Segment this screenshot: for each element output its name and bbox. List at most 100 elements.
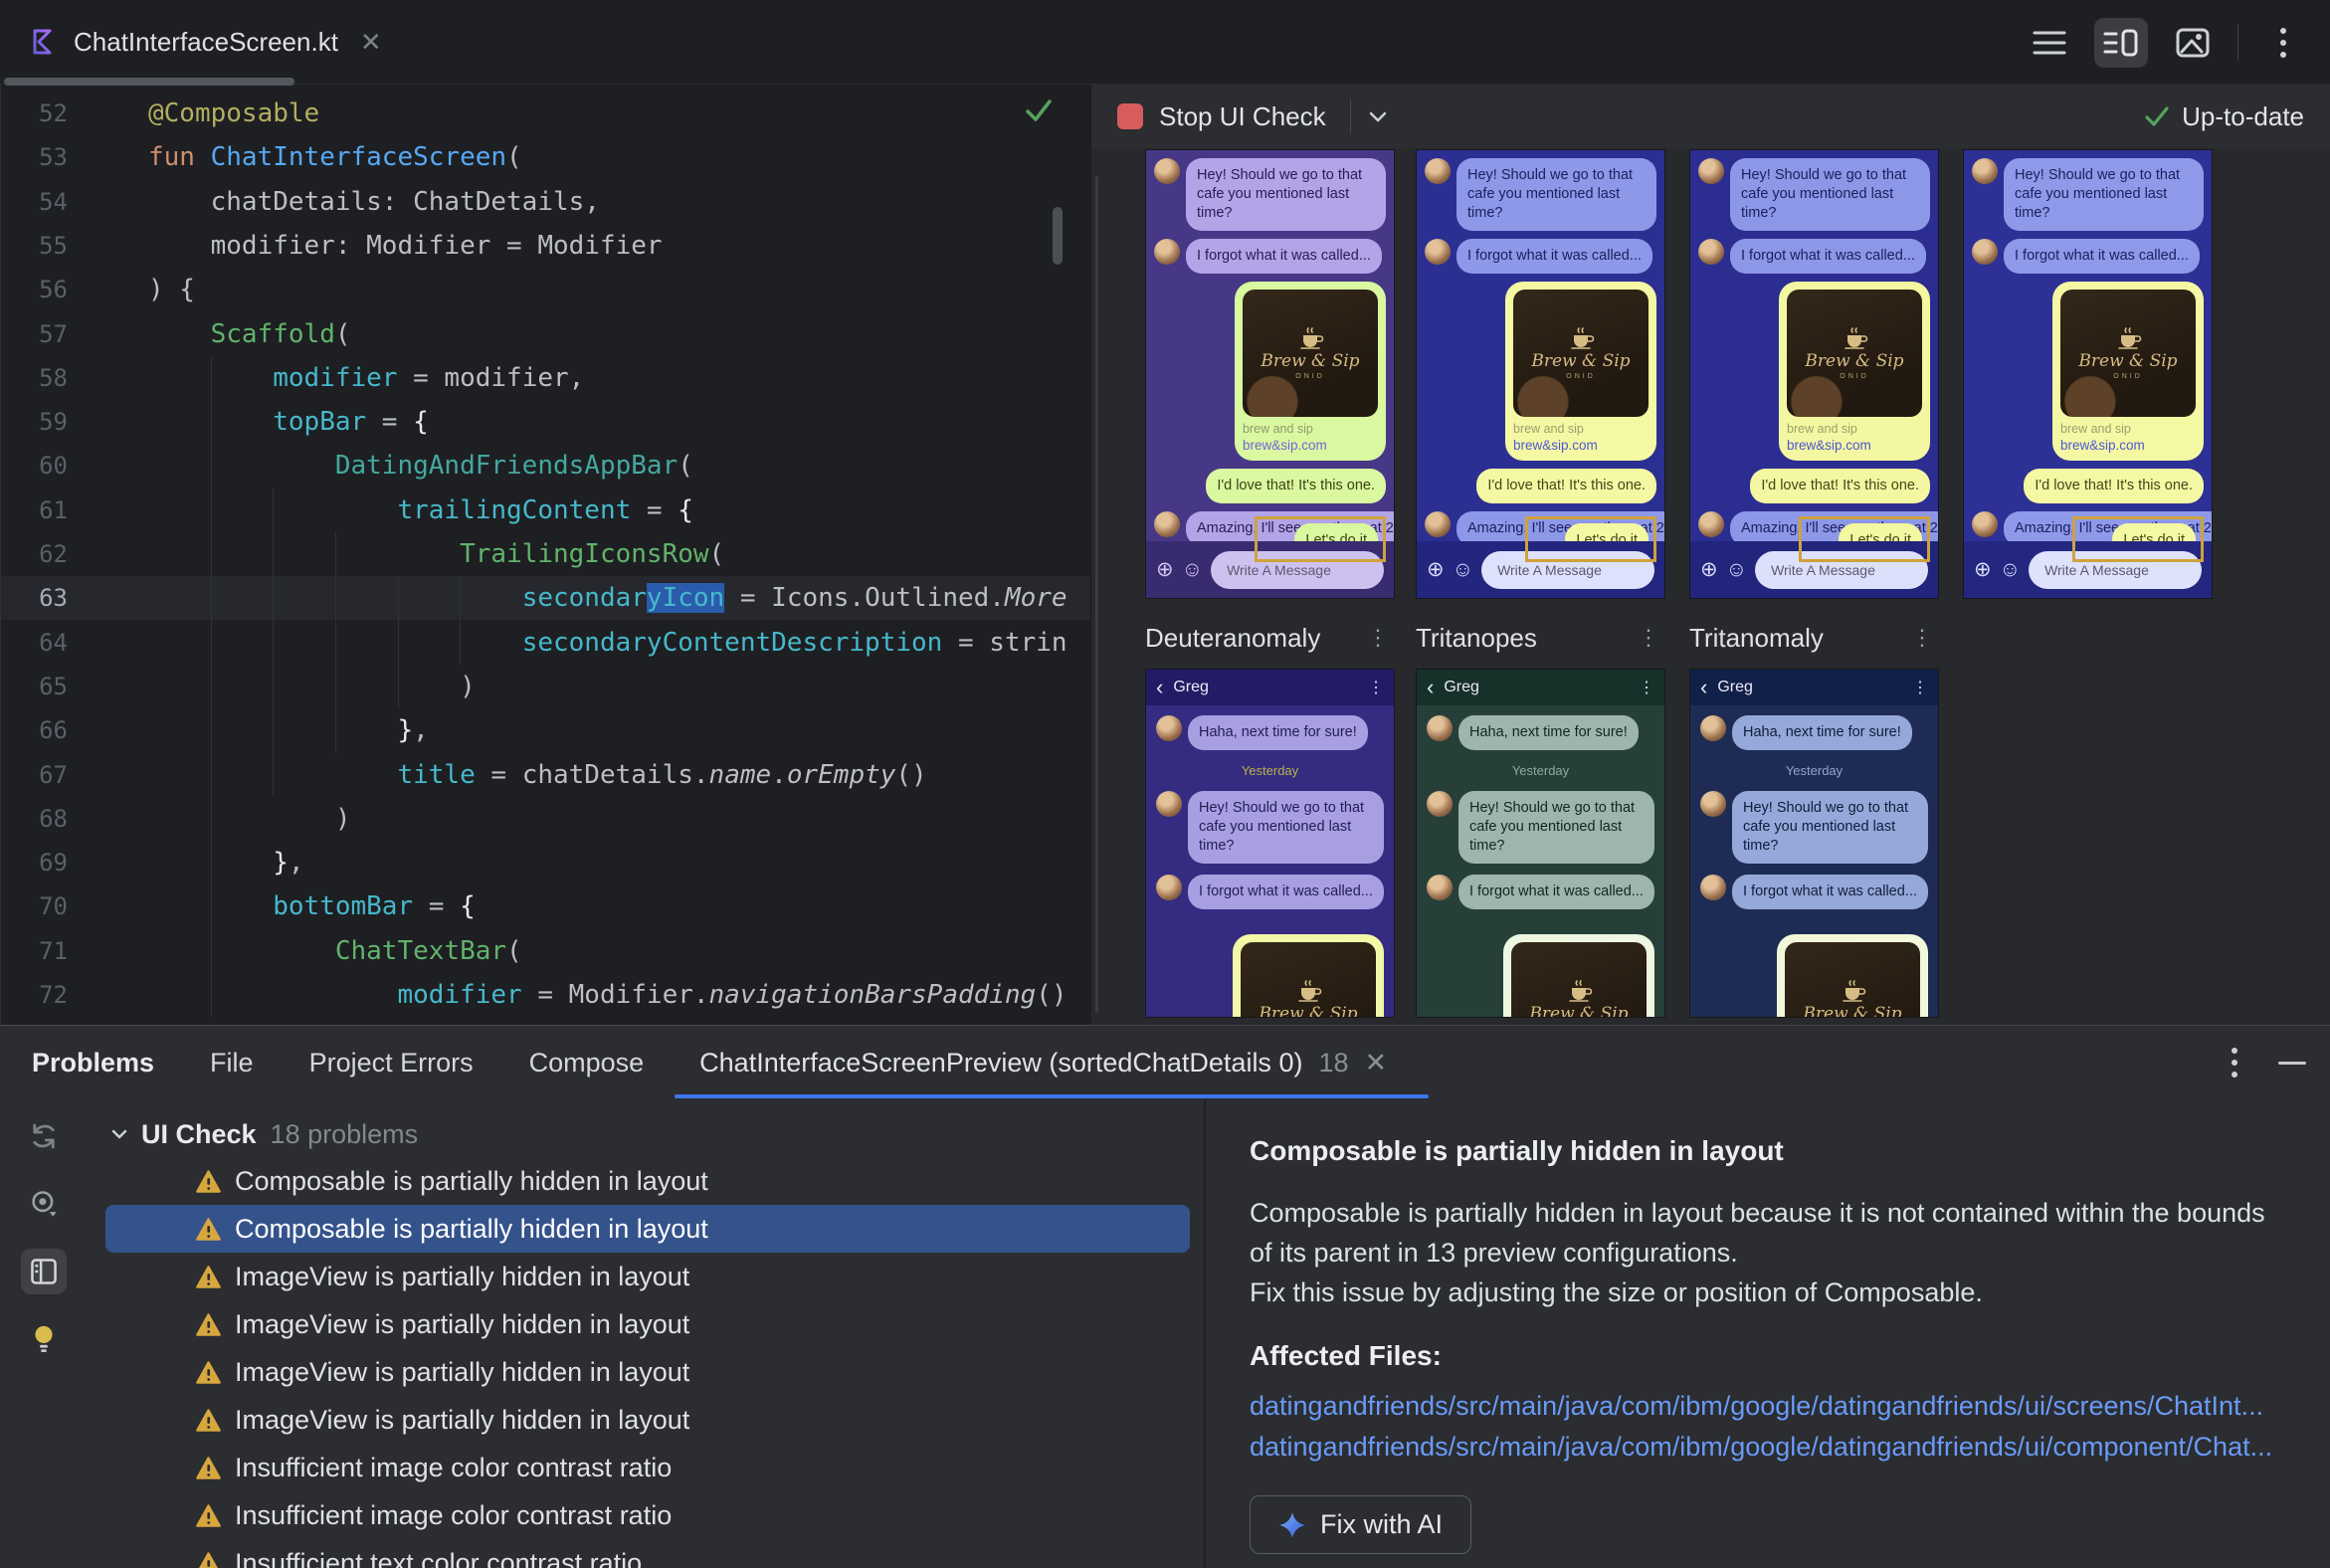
problems-kebab-menu[interactable] (2231, 1047, 2238, 1078)
emoji-icon: ☺ (1725, 558, 1748, 581)
line-number: 71 (39, 936, 68, 965)
problem-text: Insufficient text color contrast ratio (235, 1547, 643, 1568)
split-view-button[interactable] (2094, 17, 2148, 68)
code-line: TrailingIconsRow( (460, 539, 725, 569)
preview-kebab-menu[interactable]: ⋮ (1367, 625, 1395, 651)
editor-tab[interactable]: ChatInterfaceScreen.kt ✕ (0, 0, 412, 84)
problem-item[interactable]: Insufficient text color contrast ratio (88, 1539, 1204, 1568)
link-preview-card: Brew & SipONID brew and sip brew&sip.com (2052, 282, 2204, 461)
line-number: 57 (39, 319, 68, 348)
fix-with-ai-button[interactable]: Fix with AI (1250, 1495, 1472, 1554)
view-options-eye-icon[interactable] (21, 1181, 67, 1227)
preview-phone[interactable]: ‹ Greg ⋮ Haha, next time for sure! Yesterday… (1689, 669, 1939, 1018)
card-site-url: brew&sip.com (1787, 438, 1871, 453)
line-number: 60 (39, 452, 68, 481)
code-line: title = chatDetails.name.orEmpty() (397, 759, 927, 790)
card-site-name: brew and sip (1787, 422, 1857, 436)
message-bubble: Haha, next time for sure! (1458, 715, 1639, 750)
problem-text: Composable is partially hidden in layout (235, 1165, 708, 1196)
chat-kebab-icon: ⋮ (1639, 680, 1654, 696)
avatar (1698, 239, 1724, 265)
problem-item[interactable]: Insufficient image color contrast ratio (88, 1444, 1204, 1491)
line-number: 56 (39, 276, 68, 304)
brew-and-sip-image: Brew & SipONID (1243, 290, 1378, 417)
code-line: }, (273, 848, 304, 879)
preview-kebab-menu[interactable]: ⋮ (1911, 625, 1939, 651)
problem-item[interactable]: ImageView is partially hidden in layout (88, 1253, 1204, 1300)
preview-phone[interactable]: Hey! Should we go to that cafe you menti… (1963, 149, 2213, 599)
add-icon: ⊕ (1700, 558, 1718, 581)
incoming-message: Haha, next time for sure! (1156, 715, 1384, 750)
editor-kebab-menu[interactable] (2256, 18, 2310, 68)
brew-and-sip-image: Brew & SipONID (1513, 290, 1649, 417)
problems-tab-bar: Problems File Project Errors Compose Cha… (0, 1026, 2330, 1099)
warning-icon (195, 1456, 222, 1480)
stop-ui-check-button[interactable]: Stop UI Check (1159, 101, 1326, 132)
chevron-down-icon[interactable] (1367, 109, 1389, 123)
editor-horizontal-scrollbar[interactable] (4, 78, 294, 86)
problems-group-header[interactable]: UI Check 18 problems (88, 1111, 1204, 1157)
day-separator: Yesterday (1785, 763, 1844, 778)
affected-file-link[interactable]: datingandfriends/src/main/java/com/ibm/g… (1250, 1427, 2286, 1468)
tab-compose[interactable]: Compose (529, 1048, 645, 1078)
tab-ui-check-preview[interactable]: ChatInterfaceScreenPreview (sortedChatDe… (699, 1048, 1387, 1078)
toolbar-separator (1349, 99, 1351, 133)
editor-vertical-scrollbar[interactable] (1053, 207, 1063, 265)
preview-kebab-menu[interactable]: ⋮ (1638, 625, 1665, 651)
code-view-button[interactable] (2023, 18, 2076, 68)
tab-close-icon[interactable]: ✕ (1365, 1048, 1388, 1078)
tab-project-errors[interactable]: Project Errors (309, 1048, 474, 1078)
avatar (1427, 791, 1453, 817)
refresh-icon[interactable] (21, 1113, 67, 1159)
chat-app-bar: ‹ Greg ⋮ (1417, 670, 1664, 705)
problem-item[interactable]: Insufficient image color contrast ratio (88, 1491, 1204, 1539)
minimize-icon[interactable] (2278, 1061, 2306, 1065)
incoming-message: Hey! Should we go to that cafe you menti… (1427, 791, 1654, 864)
preview-scrollbar[interactable] (1095, 176, 1098, 1013)
problem-text: ImageView is partially hidden in layout (235, 1356, 690, 1387)
problem-item[interactable]: Composable is partially hidden in layout (88, 1157, 1204, 1205)
preview-canvas[interactable]: Hey! Should we go to that cafe you menti… (1091, 148, 2330, 1025)
code-line: chatDetails: ChatDetails, (148, 186, 600, 217)
message-bubble: I'd love that! It's this one. (2024, 469, 2204, 503)
avatar (1154, 239, 1180, 265)
preview-phone[interactable]: ‹ Greg ⋮ Haha, next time for sure! Yesterday… (1145, 669, 1395, 1018)
preview-variant-name: Tritanomaly (1689, 622, 1824, 653)
message-bubble: Haha, next time for sure! (1732, 715, 1912, 750)
card-site-url: brew&sip.com (1243, 438, 1327, 453)
ui-check-warning-box (1255, 516, 1386, 562)
problem-text: Insufficient image color contrast ratio (235, 1452, 673, 1482)
back-icon: ‹ (1700, 675, 1708, 699)
tab-file[interactable]: File (210, 1048, 254, 1078)
preview-phone[interactable]: ‹ Greg ⋮ Haha, next time for sure! Yesterday… (1416, 669, 1665, 1018)
incoming-message: I forgot what it was called... (1700, 875, 1928, 909)
preview-phone[interactable]: Hey! Should we go to that cafe you menti… (1689, 149, 1939, 599)
design-view-button[interactable] (2166, 18, 2220, 68)
line-number: 55 (39, 231, 68, 260)
problem-item[interactable]: Composable is partially hidden in layout (105, 1205, 1190, 1253)
editor[interactable]: 52 53 54 55 56 57 58 59 60 61 62 63 64 65 66 67 68 69 70 71… (0, 85, 1090, 1025)
contact-name: Greg (1717, 679, 1753, 695)
incoming-message: I forgot what it was called... (1156, 875, 1384, 909)
preview-phone[interactable]: Hey! Should we go to that cafe you menti… (1416, 149, 1665, 599)
lightbulb-icon[interactable] (21, 1316, 67, 1362)
status-label: Up-to-date (2182, 100, 2304, 131)
toolbar-separator (2237, 24, 2238, 61)
message-bubble: Hey! Should we go to that cafe you menti… (1730, 158, 1930, 231)
problem-item[interactable]: ImageView is partially hidden in layout (88, 1300, 1204, 1348)
avatar (1154, 511, 1180, 537)
inspections-ok-icon[interactable] (1023, 97, 1055, 124)
preview-phone[interactable]: Hey! Should we go to that cafe you menti… (1145, 149, 1395, 599)
message-bubble: I forgot what it was called... (1458, 875, 1654, 909)
line-number: 63 (39, 584, 68, 613)
tab-label: ChatInterfaceScreenPreview (sortedChatDe… (699, 1047, 1303, 1078)
day-separator: Yesterday (1241, 763, 1299, 778)
problem-item[interactable]: ImageView is partially hidden in layout (88, 1396, 1204, 1444)
details-view-icon[interactable] (21, 1249, 67, 1294)
card-logo-text: Brew & Sip (1529, 1003, 1629, 1018)
line-number: 66 (39, 716, 68, 745)
affected-file-link[interactable]: datingandfriends/src/main/java/com/ibm/g… (1250, 1386, 2286, 1427)
tab-close-icon[interactable]: ✕ (360, 27, 382, 58)
problem-item[interactable]: ImageView is partially hidden in layout (88, 1348, 1204, 1396)
line-number: 58 (39, 363, 68, 392)
